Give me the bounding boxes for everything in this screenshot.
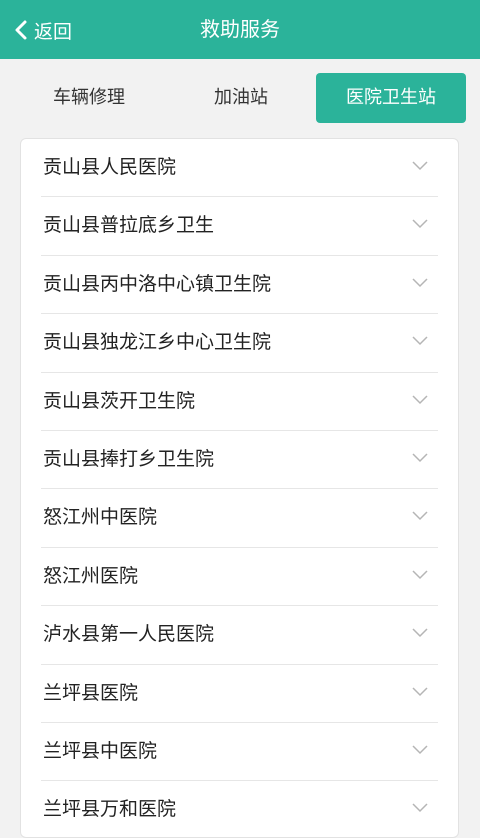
- hospital-name: 兰坪县万和医院: [43, 798, 177, 821]
- hospital-name: 贡山县茨开卫生院: [43, 389, 196, 412]
- chevron-down-icon: [412, 745, 428, 754]
- hospital-list[interactable]: 贡山县人民医院贡山县普拉底乡卫生贡山县丙中洛中心镇卫生院 贡山县独龙江乡中心卫生院…: [20, 138, 459, 838]
- list-item[interactable]: 怒江州中医院: [41, 489, 438, 548]
- chevron-down-icon: [412, 511, 428, 521]
- hospital-name: 贡山县丙中洛中心镇卫生院: [43, 272, 272, 295]
- list-item[interactable]: 贡山县人民医院: [41, 139, 438, 198]
- hospital-name: 怒江州中医院: [43, 506, 158, 529]
- tab-hospital[interactable]: 医院卫生站: [316, 73, 466, 123]
- list-item[interactable]: 泸水县第一人民医院: [41, 606, 438, 665]
- hospital-name: 怒江州医院: [43, 564, 139, 587]
- list-item[interactable]: 兰坪县万和医院: [41, 781, 438, 837]
- chevron-down-icon: [412, 278, 428, 287]
- hospital-name: 兰坪县中医院: [43, 739, 158, 762]
- category-tabs: 车辆修理 加油站 医院卫生站: [0, 59, 480, 137]
- chevron-down-icon: [412, 686, 428, 696]
- hospital-name: 兰坪县医院: [43, 681, 139, 704]
- list-item[interactable]: 兰坪县中医院: [41, 723, 438, 782]
- chevron-down-icon: [412, 161, 428, 171]
- list-item[interactable]: 兰坪县医院: [41, 665, 438, 723]
- list-item[interactable]: 贡山县独龙江乡中心卫生院: [41, 314, 438, 373]
- hospital-name: 贡山县人民医院: [43, 156, 177, 178]
- chevron-down-icon: [412, 395, 428, 404]
- chevron-down-icon: [412, 803, 428, 813]
- hospital-name: 贡山县捧打乡卫生院: [43, 447, 215, 470]
- chevron-down-icon: [412, 219, 428, 229]
- chevron-down-icon: [412, 628, 428, 638]
- chevron-down-icon: [412, 336, 428, 346]
- list-item[interactable]: 贡山县丙中洛中心镇卫生院: [41, 256, 438, 315]
- tab-vehicle-repair[interactable]: 车辆修理: [14, 73, 164, 123]
- tab-gas-station[interactable]: 加油站: [166, 73, 316, 123]
- chevron-down-icon: [412, 453, 428, 463]
- list-item[interactable]: 贡山县捧打乡卫生院: [41, 431, 438, 490]
- hospital-name: 贡山县普拉底乡卫生: [43, 214, 215, 237]
- back-button[interactable]: 返回: [12, 10, 72, 50]
- list-item[interactable]: 怒江州医院: [41, 548, 438, 607]
- list-item[interactable]: 贡山县茨开卫生院: [41, 373, 438, 431]
- chevron-left-icon: [15, 20, 27, 40]
- hospital-name: 贡山县独龙江乡中心卫生院: [43, 331, 272, 354]
- title-bar: 返回 救助服务: [0, 0, 480, 59]
- list-item[interactable]: 贡山县普拉底乡卫生: [41, 197, 438, 256]
- back-label: 返回: [34, 20, 73, 43]
- hospital-name: 泸水县第一人民医院: [43, 623, 215, 646]
- chevron-down-icon: [412, 570, 428, 579]
